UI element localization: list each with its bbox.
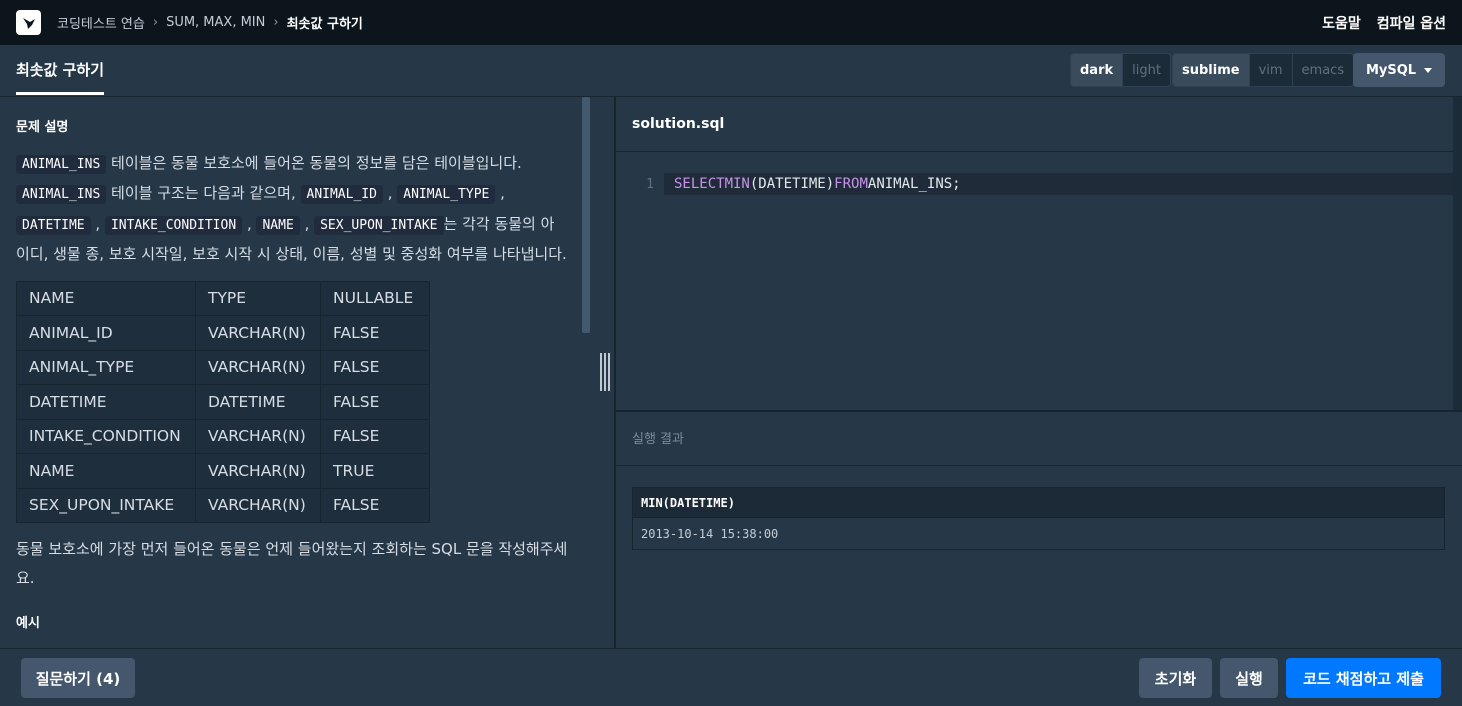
logo-icon[interactable] (16, 10, 41, 35)
table-cell: DATETIME (195, 384, 321, 420)
chevron-right-icon: › (152, 15, 159, 30)
sql-argument: (DATETIME) (749, 176, 835, 192)
table-cell: ANIMAL_ID (16, 315, 196, 351)
tab-problem[interactable]: 최솟값 구하기 (16, 59, 105, 95)
top-nav: 코딩테스트 연습 › SUM, MAX, MIN › 최솟값 구하기 도움말 컴… (0, 0, 1462, 45)
compile-options-link[interactable]: 컴파일 옵션 (1377, 13, 1446, 33)
inline-code: ANIMAL_INS (16, 185, 107, 205)
table-header-cell: NAME (16, 280, 196, 317)
table-row: DATETIME DATETIME FALSE (16, 384, 430, 420)
inline-code: ANIMAL_INS (16, 155, 107, 174)
table-cell: VARCHAR(N) (195, 453, 321, 489)
caret-down-icon (1424, 67, 1433, 73)
table-cell: INTAKE_CONDITION (16, 418, 196, 455)
table-cell: VARCHAR(N) (195, 487, 321, 524)
result-cell: 2013-10-14 15:38:00 (632, 517, 1445, 550)
table-cell: SEX_UPON_INTAKE (16, 487, 196, 524)
result-divider (616, 465, 1462, 466)
keymap-sublime-option[interactable]: sublime (1173, 54, 1249, 86)
table-cell: VARCHAR(N) (195, 349, 321, 386)
schema-table: NAME TYPE NULLABLE ANIMAL_ID VARCHAR(N) … (16, 280, 430, 524)
task-description: 동물 보호소에 가장 먼저 들어온 동물은 언제 들어왔는지 조회하는 SQL … (16, 540, 568, 587)
result-header-row: MIN(DATETIME) (632, 487, 1445, 518)
chevron-right-icon: › (273, 15, 279, 30)
description-text: 테이블은 동물 보호소에 들어온 동물의 정보를 담은 테이블입니다. (106, 154, 522, 172)
result-header-cell: MIN(DATETIME) (632, 487, 1445, 518)
result-row: 2013-10-14 15:38:00 (632, 517, 1445, 550)
sql-keyword: FROM (834, 176, 868, 192)
keymap-emacs-option[interactable]: emacs (1291, 54, 1354, 86)
table-row: SEX_UPON_INTAKE VARCHAR(N) FALSE (16, 487, 430, 524)
inline-code: DATETIME (16, 215, 91, 235)
theme-dark-option[interactable]: dark (1071, 54, 1123, 86)
problem-panel: 문제 설명 ANIMAL_INS 테이블은 동물 보호소에 들어온 동물의 정보… (0, 97, 614, 648)
table-header-cell: TYPE (195, 280, 321, 317)
help-link[interactable]: 도움말 (1322, 13, 1361, 33)
table-header-cell: NULLABLE (320, 280, 430, 317)
table-cell: ANIMAL_TYPE (16, 349, 196, 386)
table-row: ANIMAL_ID VARCHAR(N) FALSE (16, 315, 430, 351)
table-cell: FALSE (320, 487, 430, 524)
reset-button[interactable]: 초기화 (1139, 658, 1212, 698)
table-row: NAME VARCHAR(N) TRUE (16, 453, 430, 489)
table-cell: VARCHAR(N) (195, 418, 321, 455)
sql-function: MIN (724, 176, 750, 192)
inline-code: SEX_UPON_INTAKE (314, 215, 444, 235)
theme-light-option[interactable]: light (1122, 54, 1170, 86)
result-table: MIN(DATETIME) 2013-10-14 15:38:00 (632, 487, 1445, 550)
tab-bar: 최솟값 구하기 dark light sublime vim emacs MyS… (0, 45, 1462, 97)
language-select-value: MySQL (1365, 62, 1417, 78)
problem-description: ANIMAL_INS 테이블은 동물 보호소에 들어온 동물의 정보를 담은 테… (16, 154, 567, 264)
code-content[interactable]: SELECT MIN (DATETIME) FROM ANIMAL_INS; (664, 173, 1453, 195)
breadcrumb: 코딩테스트 연습 › SUM, MAX, MIN › 최솟값 구하기 (57, 13, 363, 32)
run-button[interactable]: 실행 (1220, 658, 1278, 698)
table-cell: VARCHAR(N) (195, 315, 321, 351)
problem-scrollbar[interactable] (582, 97, 590, 333)
table-cell: FALSE (320, 315, 430, 351)
file-tab[interactable]: solution.sql (616, 97, 1462, 152)
line-number: 1 (646, 176, 654, 192)
code-line[interactable]: 1 SELECT MIN (DATETIME) FROM ANIMAL_INS; (616, 173, 1453, 195)
sql-table: ANIMAL_INS; (867, 176, 961, 192)
code-editor: solution.sql 1 SELECT MIN (DATETIME) FROM… (616, 97, 1462, 410)
question-button[interactable]: 질문하기 (4) (21, 658, 135, 698)
inline-code: ANIMAL_ID (300, 185, 383, 205)
description-text: 테이블 구조는 다음과 같으며, (106, 184, 301, 203)
keymap-vim-option[interactable]: vim (1248, 54, 1292, 86)
inline-code: INTAKE_CONDITION (104, 215, 243, 235)
theme-toggle: dark light (1070, 53, 1171, 87)
breadcrumb-item-category[interactable]: SUM, MAX, MIN (166, 15, 265, 30)
table-cell: FALSE (320, 384, 430, 420)
sql-keyword: SELECT (674, 176, 725, 192)
table-header-row: NAME TYPE NULLABLE (16, 280, 430, 317)
vertical-resize-handle-icon[interactable] (600, 353, 612, 391)
keymap-toggle: sublime vim emacs (1172, 53, 1355, 87)
inline-code: ANIMAL_TYPE (397, 185, 496, 205)
table-cell: FALSE (320, 418, 430, 455)
section-title-example: 예시 (16, 615, 40, 631)
breadcrumb-item-practice[interactable]: 코딩테스트 연습 (57, 13, 145, 32)
result-title: 실행 결과 (632, 432, 684, 447)
table-cell: TRUE (320, 453, 430, 489)
submit-button[interactable]: 코드 채점하고 제출 (1286, 658, 1441, 698)
language-select[interactable]: MySQL (1353, 53, 1445, 87)
breadcrumb-item-current: 최솟값 구하기 (286, 17, 363, 32)
result-panel: 실행 결과 MIN(DATETIME) 2013-10-14 15:38:00 (616, 412, 1462, 648)
bottom-bar: 질문하기 (4) 초기화 실행 코드 채점하고 제출 (0, 648, 1462, 706)
section-title: 문제 설명 (16, 120, 69, 135)
editor-scrollbar[interactable] (1453, 97, 1462, 410)
table-cell: NAME (16, 453, 196, 489)
inline-code: NAME (256, 215, 300, 235)
table-cell: FALSE (320, 349, 430, 386)
table-row: ANIMAL_TYPE VARCHAR(N) FALSE (16, 349, 430, 386)
table-cell: DATETIME (16, 384, 196, 420)
table-row: INTAKE_CONDITION VARCHAR(N) FALSE (16, 418, 430, 455)
